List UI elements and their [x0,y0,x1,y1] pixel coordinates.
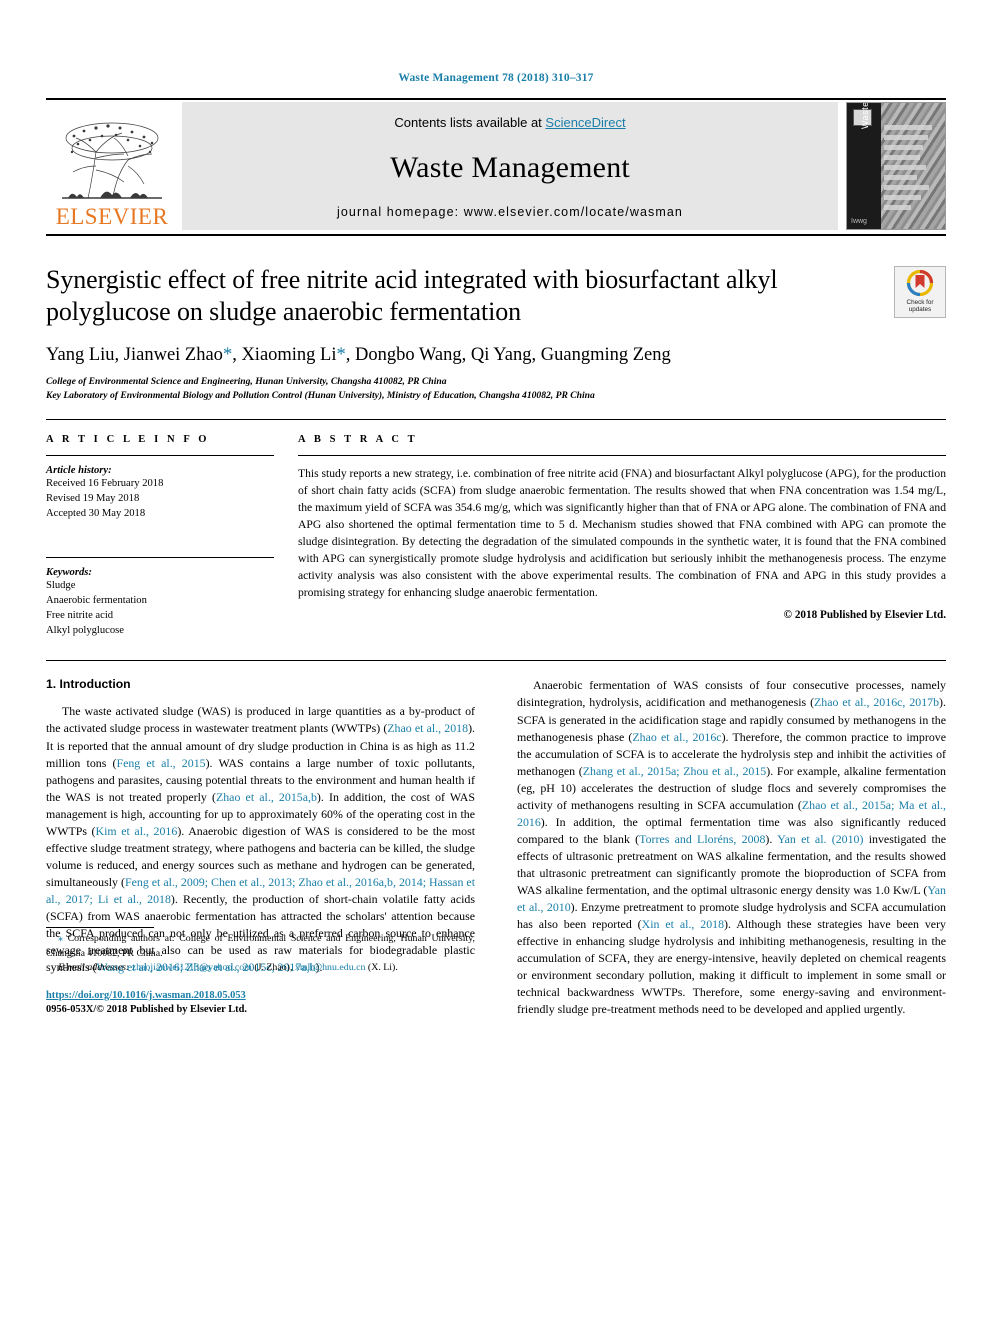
abstract-copyright: © 2018 Published by Elsevier Ltd. [783,608,946,621]
history-received: Received 16 February 2018 [46,478,164,490]
keyword-4: Alkyl polyglucose [46,625,124,637]
history-accepted: Accepted 30 May 2018 [46,508,146,520]
contents-line: Contents lists available at ScienceDirec… [394,115,625,130]
journal-band: Contents lists available at ScienceDirec… [182,102,838,230]
info-abstract-area: A R T I C L E I N F O Article history: R… [46,434,946,638]
corresponding-author-note: ⁎ Corresponding authors at: College of E… [46,933,475,959]
footnote-rule [46,927,154,929]
corresponding-marker-1: * [222,345,233,366]
body-columns: 1. Introduction The waste activated slud… [46,677,946,1017]
abstract-rule [298,455,946,457]
elsevier-wordmark: ELSEVIER [55,204,169,229]
crossmark-line2: updates [908,306,932,314]
abstract-column: A B S T R A C T This study reports a new… [298,434,946,638]
crossmark-badge[interactable]: Check for updates [894,266,946,318]
crossmark-label: Check for updates [907,299,934,313]
intro-paragraph-right: Anaerobic fermentation of WAS consists o… [517,678,946,1016]
abstract-text: This study reports a new strategy, i.e. … [298,467,946,600]
paper-page: Waste Management 78 (2018) 310–317 ELSEV… [0,0,992,1323]
running-head: Waste Management 78 (2018) 310–317 [398,72,594,84]
journal-masthead: ELSEVIER Contents lists available at Sci… [46,102,946,230]
masthead-bottom-rule [46,234,946,236]
journal-title: Waste Management [390,150,630,184]
crossmark-line1: Check for [906,299,934,306]
email-addresses-note: E-mail addresses: zhaojianwei1213@yahoo.… [58,961,398,973]
keywords-label: Keywords: [46,567,92,579]
crossmark-icon [906,270,934,297]
info-top-rule [46,419,946,421]
affiliation-2: Key Laboratory of Environmental Biology … [46,390,595,402]
article-info-heading: A R T I C L E I N F O [46,434,210,446]
article-info-column: A R T I C L E I N F O Article history: R… [46,434,298,638]
history-revised: Revised 19 May 2018 [46,493,140,505]
issn-copyright-line: 0956-053X/© 2018 Published by Elsevier L… [46,1004,247,1016]
title-block: Synergistic effect of free nitrite acid … [46,264,946,403]
affiliation-1: College of Environmental Science and Eng… [46,376,447,388]
keyword-3: Free nitrite acid [46,610,114,622]
body-top-rule [46,660,946,662]
affiliations: College of Environmental Science and Eng… [46,375,946,403]
article-info-rule [46,455,274,457]
cover-footer-text: Iwwg [851,218,867,225]
masthead-top-rule [46,98,946,100]
sciencedirect-link[interactable]: ScienceDirect [545,115,625,130]
journal-homepage[interactable]: journal homepage: www.elsevier.com/locat… [337,205,683,219]
corresponding-marker-2: * [336,345,346,366]
doi-block: https://doi.org/10.1016/j.wasman.2018.05… [46,989,475,1018]
contents-prefix: Contents lists available at [394,115,546,130]
elsevier-tree-icon [62,122,162,199]
body-column-left: 1. Introduction The waste activated slud… [46,677,475,1017]
cover-watermark: WM [846,160,849,199]
footnote-block: ⁎ Corresponding authors at: College of E… [46,927,475,1017]
cover-contents-bars [884,125,940,215]
keywords-spacer [46,521,274,547]
author-list: Yang Liu, Jianwei Zhao*, Xiaoming Li*, D… [46,345,671,366]
keyword-2: Anaerobic fermentation [46,595,147,607]
article-history-label: Article history: [46,465,112,477]
elsevier-logo: ELSEVIER [46,102,178,230]
abstract-heading: A B S T R A C T [298,434,418,446]
keyword-1: Sludge [46,580,76,592]
page-title: Synergistic effect of free nitrite acid … [46,265,778,326]
cover-vertical-title: Waste Management [860,103,870,129]
journal-cover-thumbnail: Waste Management WM Iwwg [846,102,946,230]
doi-link[interactable]: https://doi.org/10.1016/j.wasman.2018.05… [46,989,475,1004]
keywords-rule [46,557,274,559]
section-heading-introduction: 1. Introduction [46,677,131,692]
body-column-right: Anaerobic fermentation of WAS consists o… [517,677,946,1017]
